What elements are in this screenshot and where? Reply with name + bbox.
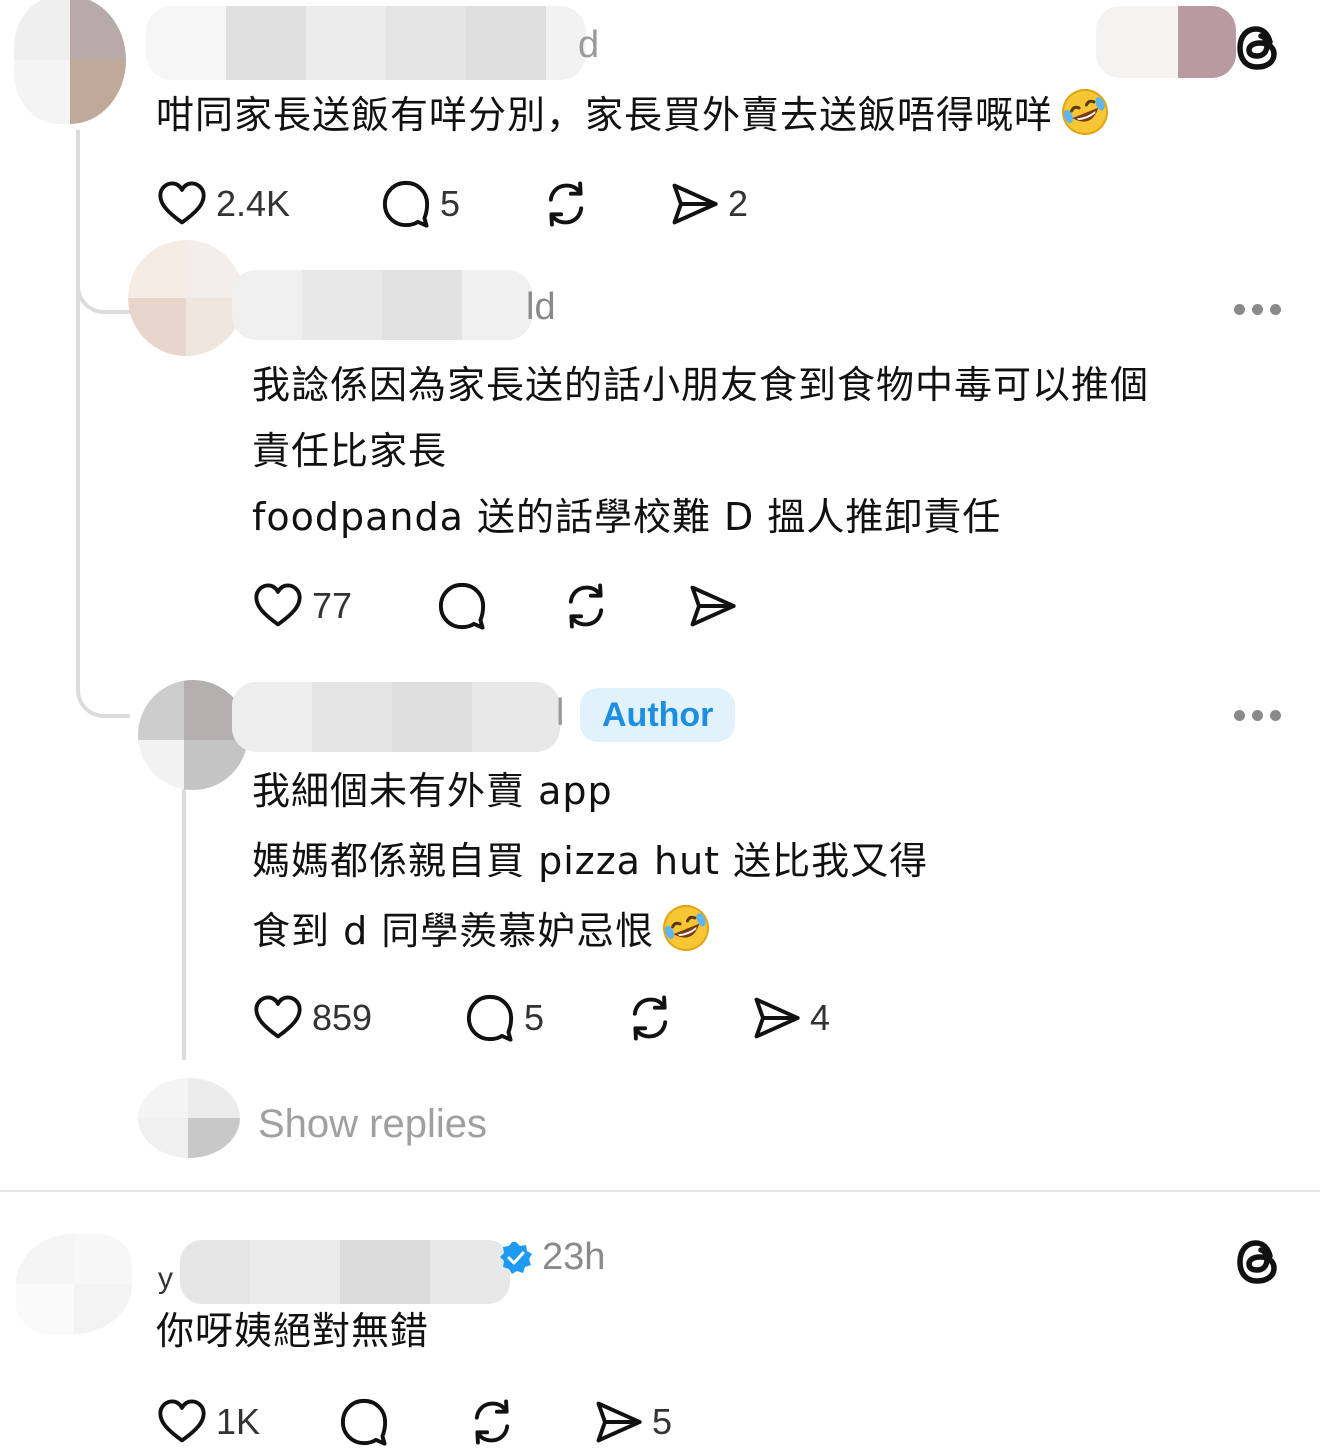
repost-button[interactable] [540,174,592,234]
like-button[interactable]: 2.4K [156,174,290,234]
heart-icon [252,992,304,1044]
username-suffix: ld [526,286,556,328]
comment-actions: 1K 5 [156,1392,756,1452]
comment-text-line: 我細個未有外賣 app [252,769,613,813]
send-icon [668,178,720,230]
repost-icon [540,178,592,230]
like-count: 1K [216,1401,261,1442]
thread-connector-line [182,760,186,1060]
share-count: 5 [652,1401,673,1442]
share-button[interactable]: 5 [592,1392,672,1452]
comment-body: 咁同家長送飯有咩分別，家長買外賣去送飯唔得嘅咩 [156,82,1111,148]
username-redacted [1096,6,1236,78]
repost-icon [466,1396,518,1448]
send-icon [592,1396,644,1448]
share-count: 2 [728,183,749,224]
show-replies-link[interactable]: Show replies [258,1102,487,1147]
comment-actions: 77 [252,576,852,636]
comment-text-line: 你呀姨絕對無錯 [156,1309,430,1353]
comment-bubble-icon [380,178,432,230]
reply-count: 5 [524,997,545,1038]
timestamp: 23h [542,1236,606,1278]
rolling-on-floor-laughing-emoji [660,902,712,954]
username-redacted[interactable] [232,270,532,340]
like-button[interactable]: 77 [252,576,352,636]
threads-logo-icon[interactable] [1230,1234,1286,1290]
threads-logo-icon[interactable] [1230,20,1286,76]
verified-badge-icon [500,1242,532,1274]
comment-text-line: foodpanda 送的話學校難 D 搵人推卸責任 [252,495,1002,539]
reply-button[interactable] [436,576,488,636]
heart-icon [156,178,208,230]
thread-connector-elbow [76,670,130,718]
comment-text-line: 食到 d 同學羨慕妒忌恨 [252,909,655,953]
comment-text-line: 責任比家長 [252,429,448,473]
repost-button[interactable] [624,988,676,1048]
reply-button[interactable]: 5 [464,988,544,1048]
repost-icon [624,992,676,1044]
heart-icon [252,580,304,632]
avatar [138,1078,240,1158]
avatar[interactable] [14,0,126,124]
like-count: 77 [312,585,353,626]
username-redacted[interactable] [232,682,560,752]
thread-connector-elbow [76,270,130,314]
comment-body: 我細個未有外賣 app 媽媽都係親自買 pizza hut 送比我又得 食到 d… [252,756,928,966]
comment-text-line: 媽媽都係親自買 pizza hut 送比我又得 [252,839,929,883]
repost-button[interactable] [466,1392,518,1452]
heart-icon [156,1396,208,1448]
more-options-icon[interactable] [1234,304,1281,315]
repost-button[interactable] [560,576,612,636]
share-button[interactable]: 2 [668,174,748,234]
rolling-on-floor-laughing-emoji [1059,86,1111,138]
comment-body: 你呀姨絕對無錯 [156,1298,429,1364]
username-prefix: y [158,1262,173,1295]
username-redacted[interactable] [146,6,586,80]
like-button[interactable]: 1K [156,1392,260,1452]
thread-connector-line [76,300,80,680]
like-count: 2.4K [216,183,291,224]
repost-icon [560,580,612,632]
comment-text-line: 我諗係因為家長送的話小朋友食到食物中毒可以推個 [252,363,1150,407]
share-button[interactable] [686,576,738,636]
comment-bubble-icon [464,992,516,1044]
comment-bubble-icon [338,1396,390,1448]
like-count: 859 [312,997,373,1038]
comment-text-line: 咁同家長送飯有咩分別，家長買外賣去送飯唔得嘅咩 [156,93,1054,137]
username-suffix: d [578,24,600,66]
reply-button[interactable]: 5 [380,174,460,234]
like-button[interactable]: 859 [252,988,372,1048]
send-icon [750,992,802,1044]
avatar[interactable] [128,240,244,356]
author-badge: Author [580,688,736,742]
avatar[interactable] [16,1234,132,1334]
username-suffix: l [556,692,565,734]
send-icon [686,580,738,632]
comment-bubble-icon [436,580,488,632]
share-button[interactable]: 4 [750,988,830,1048]
more-options-icon[interactable] [1234,710,1281,721]
comment-actions: 2.4K 5 2 [156,174,856,234]
comment-actions: 859 5 4 [252,988,952,1048]
divider [0,1190,1320,1192]
username-redacted[interactable] [180,1240,510,1304]
reply-button[interactable] [338,1392,390,1452]
comment-body: 我諗係因為家長送的話小朋友食到食物中毒可以推個 責任比家長 foodpanda … [252,352,1149,550]
reply-count: 5 [440,183,461,224]
share-count: 4 [810,997,831,1038]
